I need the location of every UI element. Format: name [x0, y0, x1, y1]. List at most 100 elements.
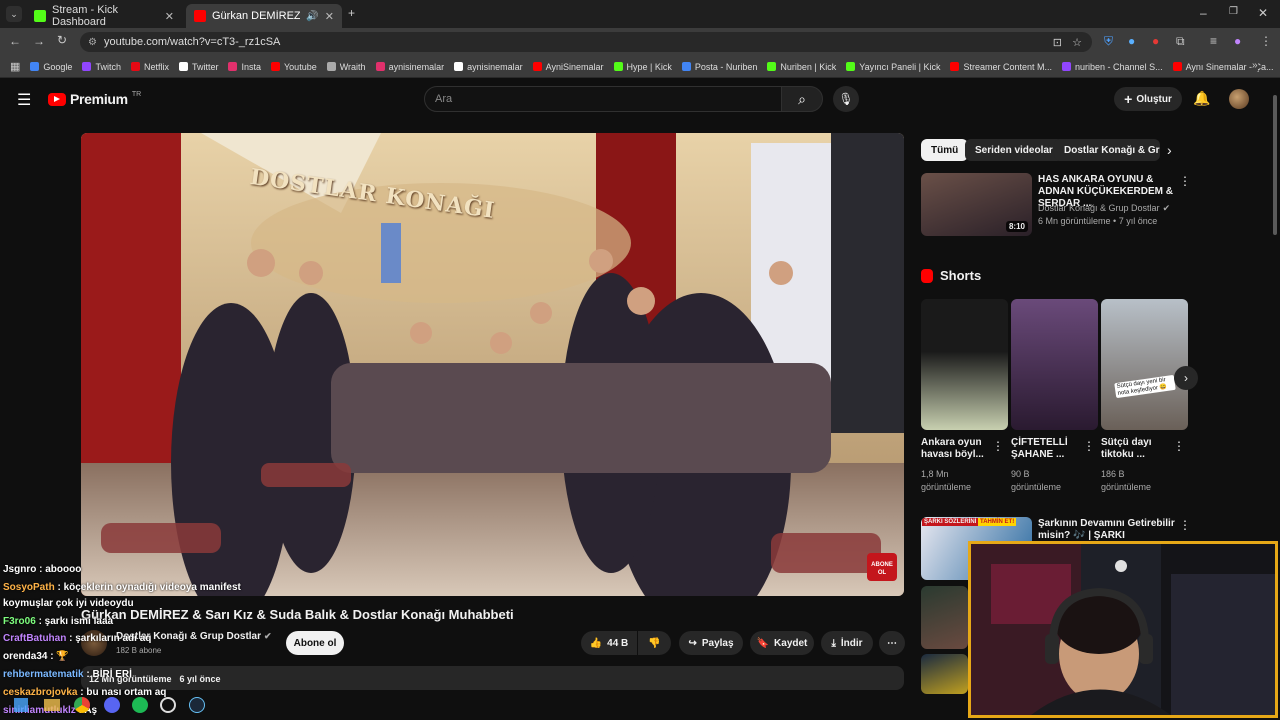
- bookmark-aynisinemalar-insta[interactable]: aynisinemalar: [375, 62, 444, 72]
- chip-all[interactable]: Tümü: [921, 139, 969, 161]
- more-vertical-icon[interactable]: ⋮: [1083, 439, 1095, 453]
- speaker-icon[interactable]: 🔊: [306, 11, 318, 22]
- short-thumbnail[interactable]: [1011, 299, 1098, 430]
- short-views: 1,8 Mn: [921, 469, 949, 479]
- extension-blue-icon[interactable]: ●: [1128, 34, 1135, 48]
- bookmark-wraith[interactable]: Wraith: [326, 62, 366, 72]
- search-input[interactable]: Ara: [424, 86, 782, 112]
- short-views-label: görüntüleme: [921, 482, 972, 492]
- bookmark-aynisinemalar-yt[interactable]: AyniSinemalar: [532, 62, 604, 72]
- close-icon[interactable]: ✕: [325, 10, 334, 23]
- steam-icon[interactable]: [189, 697, 205, 713]
- hamburger-menu-icon[interactable]: ☰: [17, 90, 31, 110]
- search-button[interactable]: ⌕: [781, 86, 823, 112]
- new-tab-icon[interactable]: +: [348, 6, 355, 20]
- windows-start-icon[interactable]: [14, 698, 28, 712]
- share-button[interactable]: ↪ Paylaş: [679, 631, 743, 655]
- chip-channel[interactable]: Dostlar Konağı & Grup: [1054, 139, 1160, 161]
- chrome-icon[interactable]: [74, 697, 90, 713]
- subscribe-overlay-badge[interactable]: ABONE OL: [867, 553, 897, 581]
- window-close-icon[interactable]: ✕: [1258, 6, 1268, 20]
- bookmark-posta[interactable]: Posta - Nuriben: [681, 62, 757, 72]
- brave-shield-icon[interactable]: ⛨: [1104, 34, 1113, 49]
- bookmark-twitter[interactable]: Twitter: [178, 62, 218, 72]
- minimize-icon[interactable]: –: [1200, 6, 1207, 20]
- avatar[interactable]: [1229, 89, 1249, 109]
- bookmark-channel-s[interactable]: nuriben - Channel S...: [1062, 62, 1163, 72]
- bookmark-hype-kick[interactable]: Hype | Kick: [613, 62, 672, 72]
- notifications-bell-icon[interactable]: 🔔: [1193, 90, 1210, 107]
- short-title[interactable]: Ankara oyun havası böyl...: [921, 437, 987, 461]
- bookmark-twitch[interactable]: Twitch: [82, 62, 121, 72]
- more-vertical-icon[interactable]: ⋮: [992, 439, 1004, 453]
- menu-kebab-icon[interactable]: ⋮: [1260, 34, 1272, 48]
- site-info-icon[interactable]: ⚙: [88, 37, 97, 48]
- short-thumbnail[interactable]: Sütçü dayı yeni bir nota keşfediyor 😄: [1101, 299, 1188, 430]
- tab-youtube-video[interactable]: Gürkan DEMİREZ & Sarı Kız 🔊 ✕: [186, 4, 342, 28]
- youtube-premium-logo[interactable]: Premium TR: [48, 91, 141, 107]
- bookmark-yayinci-paneli[interactable]: Yayıncı Paneli | Kick: [846, 62, 940, 72]
- chevron-right-icon[interactable]: ›: [1167, 142, 1172, 158]
- short-views-label: görüntüleme: [1101, 482, 1152, 492]
- install-icon[interactable]: ⊡: [1053, 36, 1062, 49]
- bookmark-streamer-content[interactable]: Streamer Content M...: [950, 62, 1052, 72]
- bookmark-insta[interactable]: Insta: [228, 62, 261, 72]
- profile-icon[interactable]: ●: [1234, 34, 1241, 48]
- google-icon: [30, 62, 40, 71]
- tab-search-button[interactable]: ⌄: [6, 6, 22, 22]
- puzzle-icon[interactable]: ⧉: [1176, 34, 1185, 49]
- bookmark-google[interactable]: Google: [30, 62, 72, 72]
- subscribe-button[interactable]: Abone ol: [286, 631, 344, 655]
- restore-icon[interactable]: ❐: [1229, 6, 1238, 17]
- recommended-thumbnail[interactable]: [921, 586, 968, 649]
- apps-grid-icon[interactable]: ▦: [10, 60, 20, 73]
- chat-message: F3ro06 : şarkı ismi laaa: [3, 616, 114, 627]
- search-placeholder: Ara: [435, 93, 453, 105]
- recommended-thumbnail[interactable]: 8:10: [921, 173, 1032, 236]
- tab-kick-dashboard[interactable]: Stream - Kick Dashboard ✕: [26, 4, 182, 28]
- discord-icon[interactable]: [104, 697, 120, 713]
- bookmarks-overflow-icon[interactable]: »: [1252, 60, 1258, 71]
- voice-search-button[interactable]: 🎙: [833, 86, 859, 112]
- bookmark-nuriben-kick[interactable]: Nuriben | Kick: [767, 62, 836, 72]
- recommended-channel[interactable]: Dostlar Konağı & Grup Dostlar ✔: [1038, 203, 1170, 214]
- bookmark-netflix[interactable]: Netflix: [130, 62, 169, 72]
- spotify-icon[interactable]: [132, 697, 148, 713]
- chat-message: orenda34 : 🏆: [3, 651, 69, 662]
- file-explorer-icon[interactable]: [44, 699, 60, 711]
- short-title[interactable]: ÇİFTETELLİ ŞAHANE ...: [1011, 437, 1077, 461]
- chip-series[interactable]: Seriden videolar: [965, 139, 1063, 161]
- address-bar[interactable]: ⚙ youtube.com/watch?v=cT3-_rz1cSA ⊡ ☆: [80, 32, 1092, 52]
- short-thumbnail[interactable]: [921, 299, 1008, 430]
- media-control-icon[interactable]: ≡: [1210, 34, 1217, 48]
- like-button[interactable]: 👍 44 B: [581, 631, 637, 655]
- short-title[interactable]: Sütçü dayı tiktoku ...: [1101, 437, 1167, 461]
- bookmark-youtube[interactable]: Youtube: [271, 62, 317, 72]
- bookmark-aynisinemalar-x[interactable]: aynisinemalar: [454, 62, 523, 72]
- shorts-next-button[interactable]: ›: [1174, 366, 1198, 390]
- bookmark-star-icon[interactable]: ☆: [1072, 36, 1082, 49]
- more-vertical-icon[interactable]: ⋮: [1179, 174, 1191, 188]
- video-player[interactable]: DOSTLAR KONAĞI ABONE OL: [81, 133, 904, 596]
- recommended-thumbnail[interactable]: [921, 654, 968, 694]
- more-actions-button[interactable]: ⋯: [879, 631, 905, 655]
- shorts-icon: [921, 268, 933, 283]
- obs-icon[interactable]: [160, 697, 176, 713]
- create-button[interactable]: + Oluştur: [1114, 87, 1182, 111]
- kick-icon: [767, 62, 777, 71]
- extension-red-icon[interactable]: ●: [1152, 34, 1159, 48]
- mail-icon: [681, 62, 691, 71]
- back-icon[interactable]: ←: [9, 34, 21, 48]
- forward-icon[interactable]: →: [33, 34, 45, 48]
- download-button[interactable]: ⤓ İndir: [821, 631, 873, 655]
- bookmark-ayni-sinemalar-ca[interactable]: Aynı Sinemalar - Ça...: [1172, 62, 1273, 72]
- more-vertical-icon[interactable]: ⋮: [1173, 439, 1185, 453]
- page-scrollbar[interactable]: [1273, 95, 1277, 235]
- reload-icon[interactable]: ↻: [57, 33, 67, 47]
- youtube-icon: [532, 62, 542, 71]
- dislike-button[interactable]: 👎: [638, 631, 671, 655]
- recommended-title[interactable]: Şarkının Devamını Getirebilir misin? 🎶 |…: [1038, 518, 1176, 541]
- close-icon[interactable]: ✕: [165, 10, 174, 23]
- more-vertical-icon[interactable]: ⋮: [1179, 518, 1191, 532]
- save-button[interactable]: 🔖 Kaydet: [750, 631, 814, 655]
